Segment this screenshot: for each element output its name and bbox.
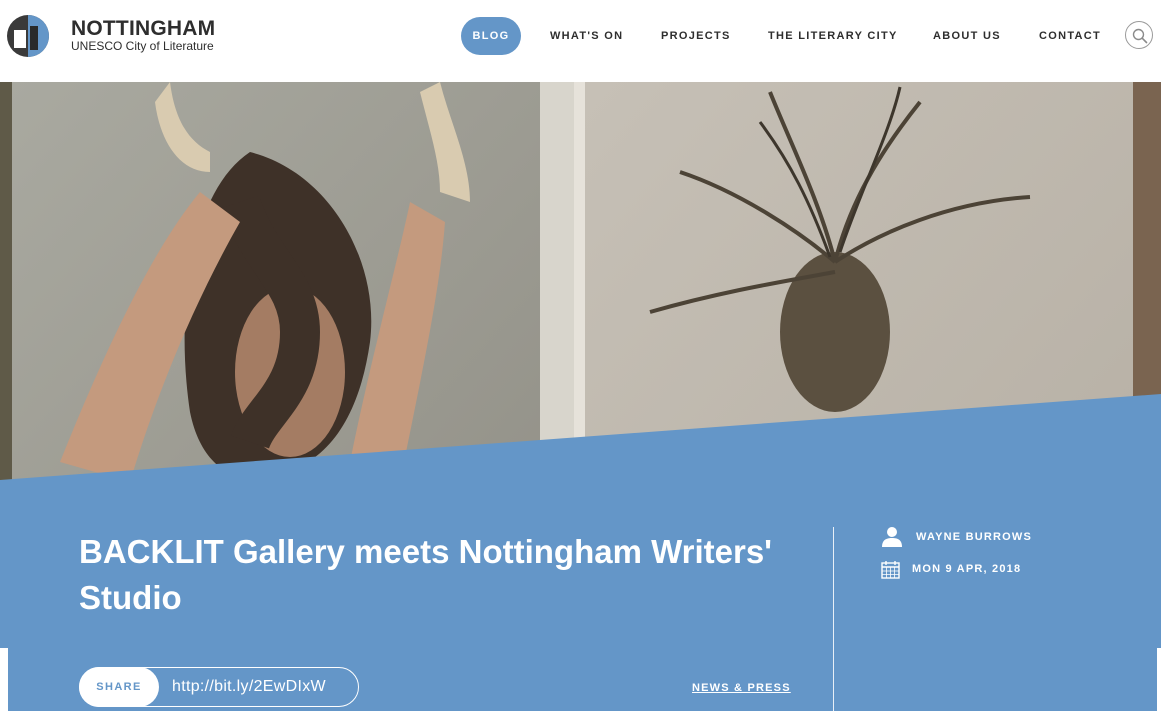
- site-header: NOTTINGHAM UNESCO City of Literature BLO…: [0, 0, 1161, 82]
- post-title: BACKLIT Gallery meets Nottingham Writers…: [79, 533, 773, 616]
- category-link[interactable]: NEWS & PRESS: [692, 682, 791, 694]
- nav-item-about-us[interactable]: ABOUT US: [933, 17, 1001, 55]
- brand-title[interactable]: NOTTINGHAM: [71, 18, 215, 40]
- user-icon: [881, 526, 903, 553]
- brand-subtitle: UNESCO City of Literature: [71, 39, 214, 53]
- logo-icon[interactable]: [6, 14, 50, 58]
- share-button[interactable]: SHARE: [79, 667, 159, 707]
- nav-item-blog[interactable]: BLOG: [461, 17, 521, 55]
- post-author[interactable]: WAYNE BURROWS: [916, 531, 1032, 543]
- divider: [833, 527, 834, 711]
- calendar-icon: [881, 560, 900, 584]
- search-button[interactable]: [1125, 21, 1153, 49]
- nav-item-projects[interactable]: PROJECTS: [661, 17, 731, 55]
- nav-item-whats-on[interactable]: WHAT'S ON: [550, 17, 623, 55]
- search-icon: [1132, 28, 1148, 44]
- nav-item-literary-city[interactable]: THE LITERARY CITY: [768, 17, 898, 55]
- nav-item-contact[interactable]: CONTACT: [1039, 17, 1101, 55]
- share-url[interactable]: http://bit.ly/2EwDIxW: [172, 678, 326, 696]
- post-date: MON 9 APR, 2018: [912, 563, 1022, 575]
